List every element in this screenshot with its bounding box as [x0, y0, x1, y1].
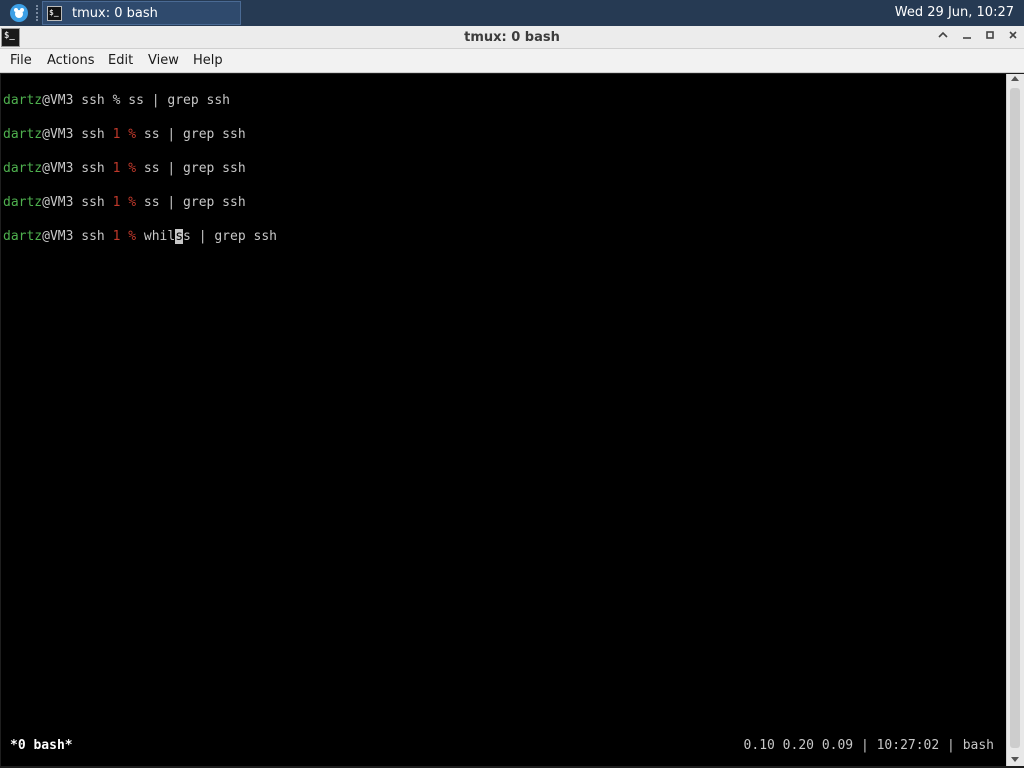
prompt-symbol: [136, 161, 144, 176]
prompt-symbol: [136, 195, 144, 210]
shade-button[interactable]: [935, 29, 951, 45]
command-text: ss | grep ssh: [143, 127, 246, 142]
terminal-line: dartz@VM3 ssh 1 % ss | grep ssh: [3, 161, 246, 176]
exit-code: 1 %: [112, 161, 137, 176]
terminal-area[interactable]: dartz@VM3 ssh % ss | grep ssh dartz@VM3 …: [1, 74, 1006, 766]
prompt-host: @VM3 ssh: [42, 161, 113, 176]
taskbar-button-label: tmux: 0 bash: [72, 5, 158, 21]
maximize-button[interactable]: [982, 29, 998, 45]
top-panel: $_ tmux: 0 bash Wed 29 Jun, 10:27: [0, 0, 1024, 26]
tmux-window-status[interactable]: *0 bash*: [10, 738, 73, 753]
menu-file[interactable]: File: [10, 53, 32, 68]
terminal-line: dartz@VM3 ssh % ss | grep ssh: [3, 93, 230, 108]
prompt-host: @VM3 ssh: [42, 127, 113, 142]
exit-code: 1 %: [112, 127, 137, 142]
prompt-host: @VM3 ssh: [42, 195, 113, 210]
mouse-logo-icon: [14, 8, 24, 18]
menu-view[interactable]: View: [148, 53, 179, 68]
taskbar-button-tmux[interactable]: $_ tmux: 0 bash: [42, 1, 241, 25]
terminal-scrollbar[interactable]: [1006, 74, 1024, 766]
prompt-user: dartz: [3, 93, 43, 108]
maximize-icon: [986, 31, 994, 39]
window-title: tmux: 0 bash: [464, 30, 560, 45]
scroll-down-arrow-icon[interactable]: [1011, 757, 1019, 762]
command-text: ss | grep ssh: [143, 195, 246, 210]
command-text: whil: [143, 229, 176, 244]
menu-bar: File Actions Edit View Help: [0, 49, 1024, 73]
prompt-user: dartz: [3, 195, 43, 210]
chevron-up-icon: [938, 31, 948, 38]
prompt-user: dartz: [3, 229, 43, 244]
tmux-status-right: 0.10 0.20 0.09 | 10:27:02 | bash: [743, 738, 994, 753]
prompt-host: @VM3 ssh: [42, 229, 113, 244]
command-text: ss | grep ssh: [143, 161, 246, 176]
text-cursor: s: [175, 229, 184, 244]
close-button[interactable]: [1005, 29, 1021, 45]
prompt-host: @VM3 ssh: [42, 93, 113, 108]
prompt-user: dartz: [3, 161, 43, 176]
scrollbar-thumb[interactable]: [1010, 88, 1020, 748]
minimize-button[interactable]: [959, 29, 975, 45]
terminal-line-current: dartz@VM3 ssh 1 % whilss | grep ssh: [3, 229, 277, 244]
prompt-symbol: [136, 229, 144, 244]
command-text-after-cursor: s | grep ssh: [183, 229, 277, 244]
prompt-symbol: [136, 127, 144, 142]
app-menu-launcher-icon[interactable]: [10, 4, 28, 22]
scroll-up-arrow-icon[interactable]: [1011, 76, 1019, 81]
terminal-line: dartz@VM3 ssh 1 % ss | grep ssh: [3, 195, 246, 210]
prompt-user: dartz: [3, 127, 43, 142]
command-text: ss | grep ssh: [128, 93, 230, 108]
window-titlebar[interactable]: $_ tmux: 0 bash: [0, 26, 1024, 49]
terminal-line: dartz@VM3 ssh 1 % ss | grep ssh: [3, 127, 246, 142]
close-icon: [1009, 31, 1017, 39]
panel-separator: [36, 5, 40, 21]
exit-code: 1 %: [112, 229, 137, 244]
menu-help[interactable]: Help: [193, 53, 223, 68]
terminal-icon: $_: [47, 5, 62, 21]
menu-actions[interactable]: Actions: [47, 53, 95, 68]
panel-clock[interactable]: Wed 29 Jun, 10:27: [895, 5, 1014, 20]
exit-code: 1 %: [112, 195, 137, 210]
minimize-icon: [963, 37, 971, 39]
prompt-symbol: %: [112, 93, 129, 108]
menu-edit[interactable]: Edit: [108, 53, 133, 68]
